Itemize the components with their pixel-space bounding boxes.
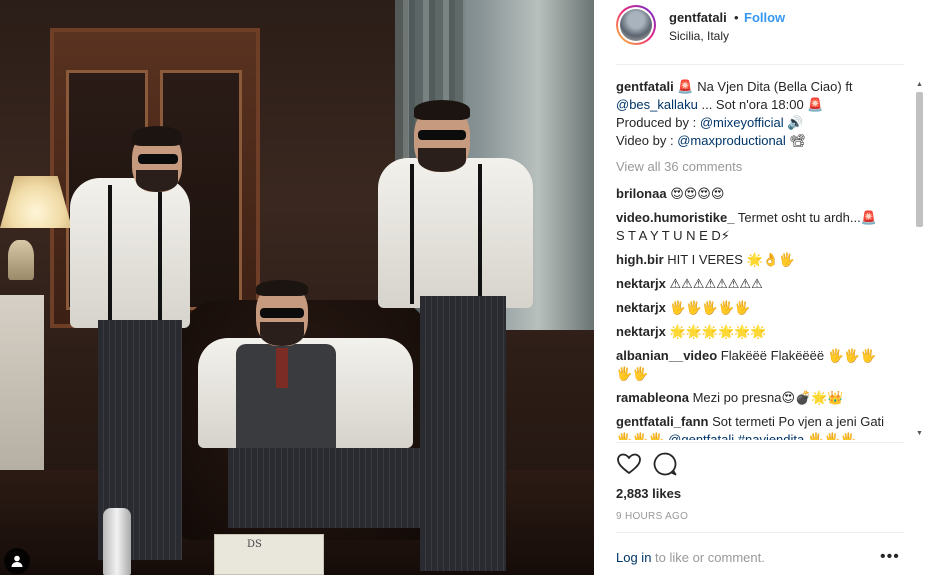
post-timestamp: 9 HOURS AGO [616, 511, 689, 522]
caption-text-3-end: 🔊 [783, 115, 804, 130]
list-item: nektarjx ⚠⚠⚠⚠⚠⚠⚠⚠ [616, 275, 886, 293]
caption-text-4: Video by : [616, 133, 678, 148]
caption-text-1: 🚨 Na Vjen Dita (Bella Ciao) ft [673, 79, 853, 94]
avatar[interactable] [616, 5, 656, 45]
caption-text-2: ... Sot n'ora 18:00 🚨 [697, 97, 824, 112]
post-sidebar: gentfatali • Follow Sicilia, Italy gentf… [594, 0, 926, 575]
hashtag-link[interactable]: #navjendita 🖐🖐🖐 [734, 432, 857, 440]
caption-username[interactable]: gentfatali [616, 79, 674, 94]
list-item: gentfatali_fann Sot termeti Po vjen a je… [616, 413, 886, 440]
comment-text: 🌟🌟🌟🌟🌟🌟 [665, 324, 767, 339]
mention-link[interactable]: @maxproductional [677, 133, 786, 148]
comment-username[interactable]: nektarjx [616, 276, 666, 291]
comment-icon[interactable] [652, 451, 678, 477]
header-username[interactable]: gentfatali [669, 10, 727, 25]
caption: gentfatali 🚨 Na Vjen Dita (Bella Ciao) f… [616, 78, 886, 150]
comment-username[interactable]: brilonaa [616, 186, 667, 201]
action-bar [616, 451, 916, 479]
lamp-base [8, 240, 34, 280]
mention-link[interactable]: @mixeyofficial [700, 115, 784, 130]
comment-text: Mezi po presna😍💣🌟👑 [688, 390, 844, 405]
heart-icon[interactable] [616, 451, 642, 477]
list-item: nektarjx 🖐🖐🖐🖐🖐 [616, 299, 886, 317]
mention-link[interactable]: @bes_kallaku [616, 97, 698, 112]
comment-text: 😍😍😍😍 [666, 186, 725, 201]
comment-username[interactable]: gentfatali_fann [616, 414, 708, 429]
list-item: albanian__video Flakëëë Flakëëëë 🖐🖐🖐🖐🖐 [616, 347, 886, 383]
post-photo[interactable]: DS [0, 0, 594, 575]
caption-text-3: Produced by : [616, 115, 700, 130]
location-link[interactable]: Sicilia, Italy [669, 29, 729, 43]
likes-count[interactable]: 2,883 likes [616, 486, 681, 501]
comment-username[interactable]: high.bir [616, 252, 664, 267]
comment-username[interactable]: video.humoristike_ [616, 210, 734, 225]
view-all-comments-link[interactable]: View all 36 comments [616, 158, 886, 176]
scroll-down-arrow-icon[interactable]: ▼ [915, 429, 924, 438]
list-item: brilonaa 😍😍😍😍 [616, 185, 886, 203]
list-item: video.humoristike_ Termet osht tu ardh..… [616, 209, 886, 245]
comment-username[interactable]: nektarjx [616, 324, 666, 339]
comments-list: gentfatali 🚨 Na Vjen Dita (Bella Ciao) f… [616, 78, 886, 440]
login-prompt-text: to like or comment. [651, 550, 765, 565]
header-divider [616, 64, 904, 65]
comment-text: HIT I VERES 🌟👌🖐 [663, 252, 796, 267]
comment-text: ⚠⚠⚠⚠⚠⚠⚠⚠ [665, 276, 763, 291]
post-header: gentfatali • Follow Sicilia, Italy [594, 0, 926, 62]
login-link[interactable]: Log in [616, 550, 651, 565]
user-tag-icon[interactable] [4, 548, 30, 574]
list-item: ramableona Mezi po presna😍💣🌟👑 [616, 389, 886, 407]
list-item: nektarjx 🌟🌟🌟🌟🌟🌟 [616, 323, 886, 341]
scroll-thumb[interactable] [916, 92, 923, 227]
comment-username[interactable]: nektarjx [616, 300, 666, 315]
login-prompt: Log in to like or comment. [616, 550, 765, 565]
cigarette-box: DS [214, 534, 324, 575]
list-item: high.bir HIT I VERES 🌟👌🖐 [616, 251, 886, 269]
login-divider [616, 532, 904, 533]
comment-username[interactable]: ramableona [616, 390, 689, 405]
scroll-up-arrow-icon[interactable]: ▲ [915, 80, 924, 89]
caption-text-4-end: 📽 [785, 133, 806, 148]
actions-divider [616, 442, 904, 443]
mention-link[interactable]: @gentfatali [668, 432, 734, 440]
header-separator: • [734, 10, 739, 25]
comment-text: 🖐🖐🖐🖐🖐 [665, 300, 751, 315]
follow-button[interactable]: Follow [744, 10, 785, 25]
cigarette-box-label: DS [247, 539, 262, 550]
bottle [103, 508, 131, 575]
more-icon[interactable]: ••• [880, 548, 900, 566]
comment-username[interactable]: albanian__video [616, 348, 717, 363]
comments-scrollbar[interactable]: ▲ ▼ [915, 80, 924, 438]
